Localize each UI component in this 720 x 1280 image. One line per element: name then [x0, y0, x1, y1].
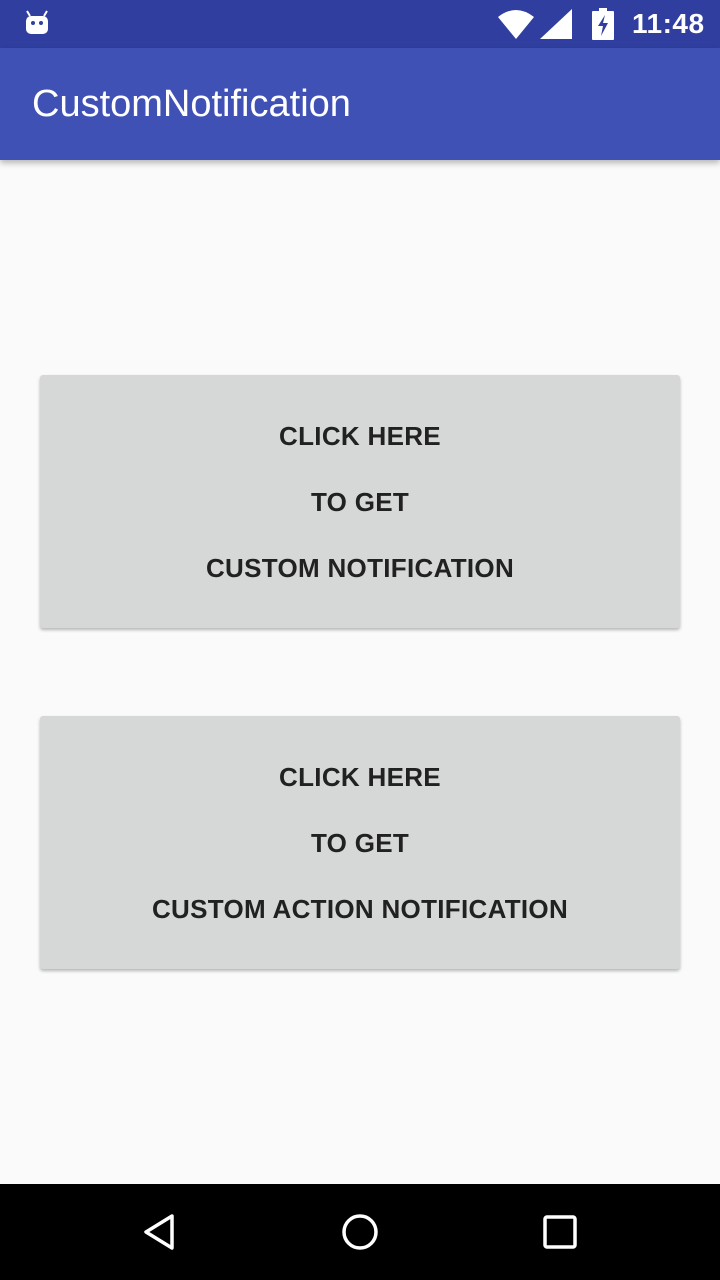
button-line: CLICK HERE [279, 421, 441, 451]
button-line: CUSTOM NOTIFICATION [205, 553, 515, 583]
custom-action-notification-button[interactable]: CLICK HERE TO GET CUSTOM ACTION NOTIFICA… [40, 716, 680, 969]
battery-charging-icon [592, 8, 614, 40]
home-icon[interactable] [336, 1208, 384, 1256]
app-bar: CustomNotification [0, 48, 720, 160]
screen: 11:48 CustomNotification CLICK HERE TO G… [0, 0, 720, 1280]
navigation-bar [0, 1184, 720, 1280]
button-line: CLICK HERE [279, 762, 441, 792]
app-title: CustomNotification [32, 83, 351, 125]
cell-signal-icon [540, 9, 572, 39]
button-line: TO GET [310, 487, 410, 517]
android-debug-icon [26, 10, 48, 34]
button-line: CUSTOM ACTION NOTIFICATION [151, 894, 569, 924]
back-icon[interactable] [136, 1208, 184, 1256]
status-bar: 11:48 [0, 0, 720, 48]
wifi-icon [498, 10, 534, 39]
custom-notification-button[interactable]: CLICK HERE TO GET CUSTOM NOTIFICATION [40, 375, 680, 628]
status-time: 11:48 [632, 8, 705, 39]
recents-icon[interactable] [536, 1208, 584, 1256]
button-line: TO GET [310, 828, 410, 858]
